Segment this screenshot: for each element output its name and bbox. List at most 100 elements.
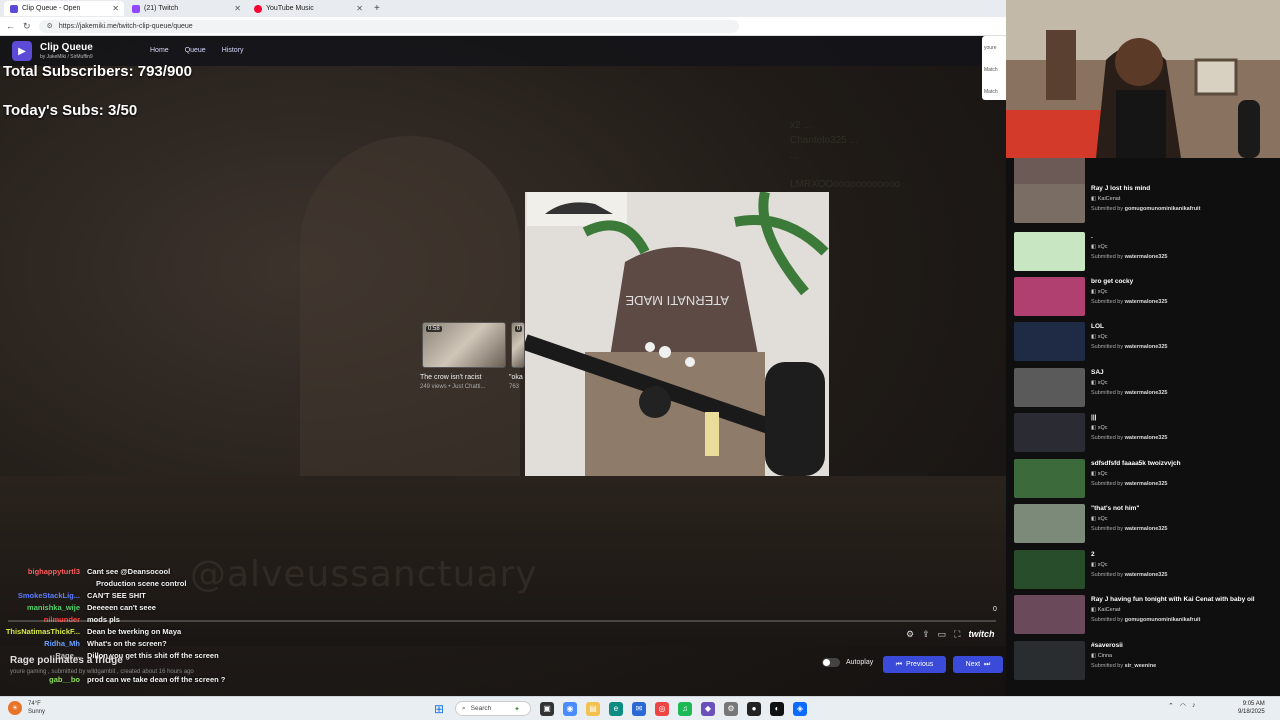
close-icon[interactable]: ✕	[356, 4, 363, 13]
queue-item[interactable]: 2 ◧ xQc Submitted by watermalone325	[1014, 548, 1276, 592]
next-button[interactable]: Next ⏭	[953, 656, 1003, 673]
suggestion-title[interactable]: "oka	[509, 374, 523, 381]
suggestion-thumbnail[interactable]: 0:58	[422, 322, 506, 368]
queue-item[interactable]: LOL ◧ xQc Submitted by watermalone325	[1014, 320, 1276, 364]
theater-icon[interactable]: ▭	[938, 629, 947, 640]
queue-item[interactable]: ||| ◧ xQc Submitted by watermalone325	[1014, 411, 1276, 455]
reload-icon[interactable]: ↻	[23, 21, 31, 32]
twitch-icon: ◧	[1091, 196, 1098, 202]
taskbar-search[interactable]: ⌕ Search ✦	[455, 701, 531, 716]
twitch-logo[interactable]: twitch	[968, 629, 994, 640]
clip-progress-bar[interactable]	[8, 620, 996, 622]
channel-name: xQc	[1097, 425, 1108, 431]
queue-thumbnail[interactable]	[1014, 277, 1085, 316]
chat-message: Production scene control	[0, 579, 330, 591]
previous-button[interactable]: ⏮ Previous	[883, 656, 946, 673]
suggestion-thumbnail[interactable]: 0	[511, 322, 525, 368]
search-input[interactable]: youre	[984, 44, 1004, 52]
search-popover[interactable]: youre Match Match	[982, 36, 1006, 100]
new-tab-icon[interactable]: +	[374, 3, 380, 14]
queue-item[interactable]: SAJ ◧ xQc Submitted by watermalone325	[1014, 366, 1276, 410]
chrome-icon[interactable]: ◎	[655, 701, 669, 716]
queue-thumbnail[interactable]	[1014, 413, 1085, 452]
chat-message: manishka_wije Deeeeen can't seee	[0, 603, 330, 615]
obs-icon[interactable]: ◐	[770, 701, 784, 716]
chevron-up-icon[interactable]: ⌃	[1168, 702, 1174, 710]
settings-icon[interactable]: ⚙	[906, 629, 914, 640]
windows-taskbar: ☀ 74°F Sunny ⊞ ⌕ Search ✦ ▣ ◉ ▤ e ✉ ◎ ♫ …	[0, 696, 1280, 720]
app-byline: by JakeMiki / SirMuffin9	[40, 54, 93, 60]
app-header: ▶ Clip Queue by JakeMiki / SirMuffin9 Ho…	[0, 36, 1006, 66]
queue-thumbnail[interactable]	[1014, 595, 1085, 634]
submitted-by-label: Submitted by	[1091, 663, 1124, 669]
queue-item-submitter: Submitted by sir_weenine	[1091, 663, 1156, 669]
twitch-icon: ◧	[1091, 471, 1098, 477]
tab-youtube-music[interactable]: YouTube Music ✕	[248, 1, 368, 16]
search-result[interactable]: Match	[984, 88, 1004, 96]
queue-thumbnail[interactable]	[1014, 368, 1085, 407]
queue-thumbnail[interactable]	[1014, 550, 1085, 589]
suggestion-title[interactable]: The crow isn't racist	[420, 374, 482, 381]
gear-app-icon[interactable]: ⚙	[724, 701, 738, 716]
queue-item[interactable]: bro get cocky ◧ xQc Submitted by watermalo…	[1014, 275, 1276, 319]
close-icon[interactable]: ✕	[112, 4, 119, 13]
queue-item-channel: ◧ KaiCenat	[1091, 196, 1120, 202]
queue-item-submitter: Submitted by watermalone325	[1091, 390, 1167, 396]
share-icon[interactable]: ⇪	[922, 629, 930, 640]
queue-item[interactable]: #saverosii ◧ Cinna Submitted by sir_weenin…	[1014, 639, 1276, 683]
weather-temp: 74°F	[28, 701, 41, 707]
chat-username: bighappyturtl3	[27, 567, 80, 576]
background-figure	[300, 136, 520, 496]
submitted-by-label: Submitted by	[1091, 435, 1124, 441]
copilot-icon[interactable]: ◉	[563, 701, 577, 716]
queue-item[interactable]: "that's not him" ◧ xQc Submitted by waterm…	[1014, 502, 1276, 546]
wifi-icon[interactable]: ◠	[1180, 702, 1186, 710]
queue-thumbnail[interactable]	[1014, 322, 1085, 361]
queue-item-submitter: Submitted by watermalone325	[1091, 299, 1167, 305]
site-info-icon[interactable]: ⚙	[47, 22, 53, 30]
windows-start-icon[interactable]: ⊞	[432, 702, 446, 716]
tab-twitch[interactable]: (21) Twitch ✕	[126, 1, 246, 16]
background-faint-chat: x2 ... Chantolo325 ... ... LMRXOOooooooo…	[790, 118, 900, 192]
nav-history[interactable]: History	[222, 47, 244, 54]
queue-item-channel: ◧ xQc	[1091, 562, 1108, 568]
app-icon[interactable]: ●	[747, 701, 761, 716]
queue-item-channel: ◧ xQc	[1091, 380, 1108, 386]
autoplay-control[interactable]: Autoplay	[822, 658, 873, 667]
close-icon[interactable]: ✕	[234, 4, 241, 13]
queue-item[interactable]: . ◧ xQc Submitted by watermalone325	[1014, 230, 1276, 274]
queue-thumbnail[interactable]	[1014, 184, 1085, 223]
queue-item[interactable]: Ray J lost his mind ◧ KaiCenat Submitted b…	[1014, 182, 1276, 226]
submitter-name: gomugomunominikanikafruit	[1124, 206, 1201, 212]
clip-video[interactable]: ATERNATI MADE	[525, 192, 829, 476]
weather-widget[interactable]: ☀ 74°F Sunny	[8, 700, 45, 716]
tab-clip-queue[interactable]: Clip Queue - Open ✕	[4, 1, 124, 16]
back-icon[interactable]: ←	[6, 21, 15, 31]
discord-icon[interactable]: ◆	[701, 701, 715, 716]
clip-queue-logo[interactable]: ▶	[12, 41, 32, 61]
todays-subs: Today's Subs: 3/50	[3, 102, 138, 119]
taskbar-clock[interactable]: 9:05 AM 9/18/2025	[1238, 700, 1265, 716]
task-view-icon[interactable]: ▣	[540, 701, 554, 716]
file-explorer-icon[interactable]: ▤	[586, 701, 600, 716]
browser-icon[interactable]: ◈	[793, 701, 807, 716]
mail-icon[interactable]: ✉	[632, 701, 646, 716]
queue-thumbnail[interactable]	[1014, 459, 1085, 498]
submitted-by-label: Submitted by	[1091, 617, 1124, 623]
queue-item[interactable]: Ray J having fun tonight with Kai Cenat …	[1014, 593, 1276, 637]
queue-thumbnail[interactable]	[1014, 232, 1085, 271]
queue-thumbnail[interactable]	[1014, 504, 1085, 543]
volume-icon[interactable]: ♪	[1192, 702, 1196, 710]
queue-thumbnail[interactable]	[1014, 641, 1085, 680]
submitter-name: watermalone325	[1124, 481, 1168, 487]
fullscreen-icon[interactable]: ⛶	[954, 629, 960, 640]
queue-item[interactable]: sdfsdfsfd faaaa5k twoizvvjch ◧ xQc Submitt…	[1014, 457, 1276, 501]
browser-tab-bar: Clip Queue - Open ✕ (21) Twitch ✕ YouTub…	[0, 0, 1006, 17]
address-bar[interactable]: ⚙ https://jakemiki.me/twitch-clip-queue/…	[38, 19, 739, 33]
edge-icon[interactable]: e	[609, 701, 623, 716]
spotify-icon[interactable]: ♫	[678, 701, 692, 716]
autoplay-toggle[interactable]	[822, 658, 840, 667]
search-result[interactable]: Match	[984, 66, 1004, 74]
nav-home[interactable]: Home	[150, 47, 169, 54]
nav-queue[interactable]: Queue	[185, 47, 206, 54]
